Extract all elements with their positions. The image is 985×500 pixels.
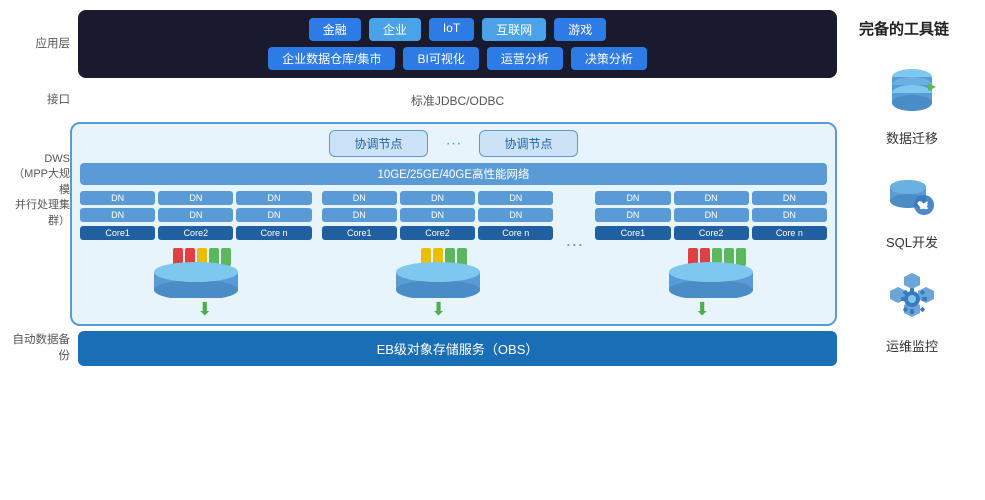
core-cell: Core1 <box>80 226 155 240</box>
core-row-3: Core1 Core2 Core n <box>595 226 827 240</box>
ops-monitor-svg <box>884 271 940 327</box>
obs-box: EB级对象存储服务（OBS） <box>78 331 837 366</box>
app-tags-row2: 企业数据仓库/集市 BI可视化 运营分析 决策分析 <box>90 47 825 70</box>
tool-data-migration: 数据迁移 <box>884 63 940 147</box>
left-section: 应用层 金融 企业 IoT 互联网 游戏 企业数据仓库/集市 BI可视化 运营分… <box>8 10 837 490</box>
interface-content: 标准JDBC/ODBC <box>78 90 837 111</box>
core-cell: Core n <box>478 226 553 240</box>
dn-cell: DN <box>80 191 155 205</box>
right-section: 完备的工具链 数据迁移 <box>847 10 977 490</box>
sql-dev-svg: ✕ <box>884 167 940 223</box>
network-bar: 10GE/25GE/40GE高性能网络 <box>80 163 827 185</box>
sql-dev-icon: ✕ <box>884 167 940 226</box>
arrow-down-2: ⬇ <box>431 299 446 319</box>
dn-cell: DN <box>752 208 827 222</box>
app-tags-row1: 金融 企业 IoT 互联网 游戏 <box>90 18 825 41</box>
dn-cell: DN <box>158 191 233 205</box>
coord-dots: ··· <box>436 135 472 153</box>
core-cell: Core2 <box>674 226 749 240</box>
dn-grid-3: DN DN DN DN DN DN <box>595 191 827 222</box>
app-layer-content: 金融 企业 IoT 互联网 游戏 企业数据仓库/集市 BI可视化 运营分析 决策… <box>78 10 837 78</box>
tool-sql-dev: ✕ SQL开发 <box>884 167 940 251</box>
jdbc-text: 标准JDBC/ODBC <box>78 90 837 111</box>
dn-cluster-1: DN DN DN DN DN DN Core1 Core2 Core n <box>80 191 312 298</box>
tool-ops-monitor: 运维监控 <box>884 271 940 355</box>
tag-enterprise: 企业 <box>369 18 421 41</box>
core-cell: Core n <box>752 226 827 240</box>
tag-ops: 运营分析 <box>487 47 563 70</box>
dn-cell: DN <box>478 191 553 205</box>
main-container: 应用层 金融 企业 IoT 互联网 游戏 企业数据仓库/集市 BI可视化 运营分… <box>0 0 985 500</box>
dn-cell: DN <box>322 191 397 205</box>
dn-cluster-2: DN DN DN DN DN DN Core1 Core2 Core n <box>322 191 554 298</box>
tag-game: 游戏 <box>554 18 606 41</box>
dn-cell: DN <box>674 208 749 222</box>
coord-row: 协调节点 ··· 协调节点 <box>80 130 827 157</box>
arrow-down-1: ⬇ <box>197 299 212 319</box>
dn-clusters-row: DN DN DN DN DN DN Core1 Core2 Core n <box>80 191 827 298</box>
dn-cell: DN <box>752 191 827 205</box>
dws-row: DWS（MPP大规模并行处理集群） 协调节点 ··· 协调节点 10GE/25G… <box>8 122 837 326</box>
app-layer-row: 应用层 金融 企业 IoT 互联网 游戏 企业数据仓库/集市 BI可视化 运营分… <box>8 10 837 78</box>
dn-cell: DN <box>322 208 397 222</box>
app-layer-box: 金融 企业 IoT 互联网 游戏 企业数据仓库/集市 BI可视化 运营分析 决策… <box>78 10 837 78</box>
dn-grid-1: DN DN DN DN DN DN <box>80 191 312 222</box>
obs-row: 自动数据备份 EB级对象存储服务（OBS） <box>8 330 837 366</box>
dn-cell: DN <box>400 191 475 205</box>
core-cell: Core1 <box>595 226 670 240</box>
dws-main-block: 协调节点 ··· 协调节点 10GE/25GE/40GE高性能网络 DN DN <box>70 122 837 326</box>
dn-cell: DN <box>595 191 670 205</box>
core-row-2: Core1 Core2 Core n <box>322 226 554 240</box>
tag-finance: 金融 <box>309 18 361 41</box>
cluster-dots: ··· <box>563 234 585 255</box>
arrow-down-3: ⬇ <box>695 299 710 319</box>
ops-monitor-icon <box>884 271 940 330</box>
tag-bi: BI可视化 <box>403 47 478 70</box>
tag-iot: IoT <box>429 18 474 41</box>
core-cell: Core2 <box>158 226 233 240</box>
dn-cell: DN <box>236 208 311 222</box>
dn-cell: DN <box>80 208 155 222</box>
tag-decision: 决策分析 <box>571 47 647 70</box>
coord-node-right: 协调节点 <box>479 130 577 157</box>
dn-cluster-3: DN DN DN DN DN DN Core1 Core2 Core n <box>595 191 827 298</box>
core-cell: Core2 <box>400 226 475 240</box>
interface-label: 接口 <box>8 92 70 108</box>
dws-outer-box: 协调节点 ··· 协调节点 10GE/25GE/40GE高性能网络 DN DN <box>70 122 837 326</box>
data-migration-svg <box>884 63 940 119</box>
tag-dw: 企业数据仓库/集市 <box>268 47 395 70</box>
tag-internet: 互联网 <box>482 18 546 41</box>
right-panel-title: 完备的工具链 <box>851 18 949 39</box>
coord-node-left: 协调节点 <box>329 130 427 157</box>
core-row-1: Core1 Core2 Core n <box>80 226 312 240</box>
core-cell: Core1 <box>322 226 397 240</box>
core-cell: Core n <box>236 226 311 240</box>
dn-cell: DN <box>400 208 475 222</box>
dn-cell: DN <box>478 208 553 222</box>
interface-row: 接口 标准JDBC/ODBC <box>8 82 837 118</box>
auto-backup-label: 自动数据备份 <box>8 332 70 364</box>
app-layer-label: 应用层 <box>8 36 70 52</box>
dn-cell: DN <box>595 208 670 222</box>
disk-svg-1 <box>151 244 241 298</box>
arrows-row: ⬇ ⬇ ⬇ <box>80 298 827 318</box>
tool-label-ops: 运维监控 <box>886 336 938 355</box>
dn-cell: DN <box>674 191 749 205</box>
tool-label-migration: 数据迁移 <box>886 128 938 147</box>
obs-content: EB级对象存储服务（OBS） <box>78 331 837 366</box>
dn-cell: DN <box>158 208 233 222</box>
dn-cell: DN <box>236 191 311 205</box>
dws-label: DWS（MPP大规模并行处理集群） <box>8 122 70 229</box>
data-migration-icon <box>884 63 940 122</box>
disk-svg-2 <box>393 244 483 298</box>
disk-svg-3 <box>666 244 756 298</box>
tool-label-sql: SQL开发 <box>886 232 938 251</box>
dn-grid-2: DN DN DN DN DN DN <box>322 191 554 222</box>
